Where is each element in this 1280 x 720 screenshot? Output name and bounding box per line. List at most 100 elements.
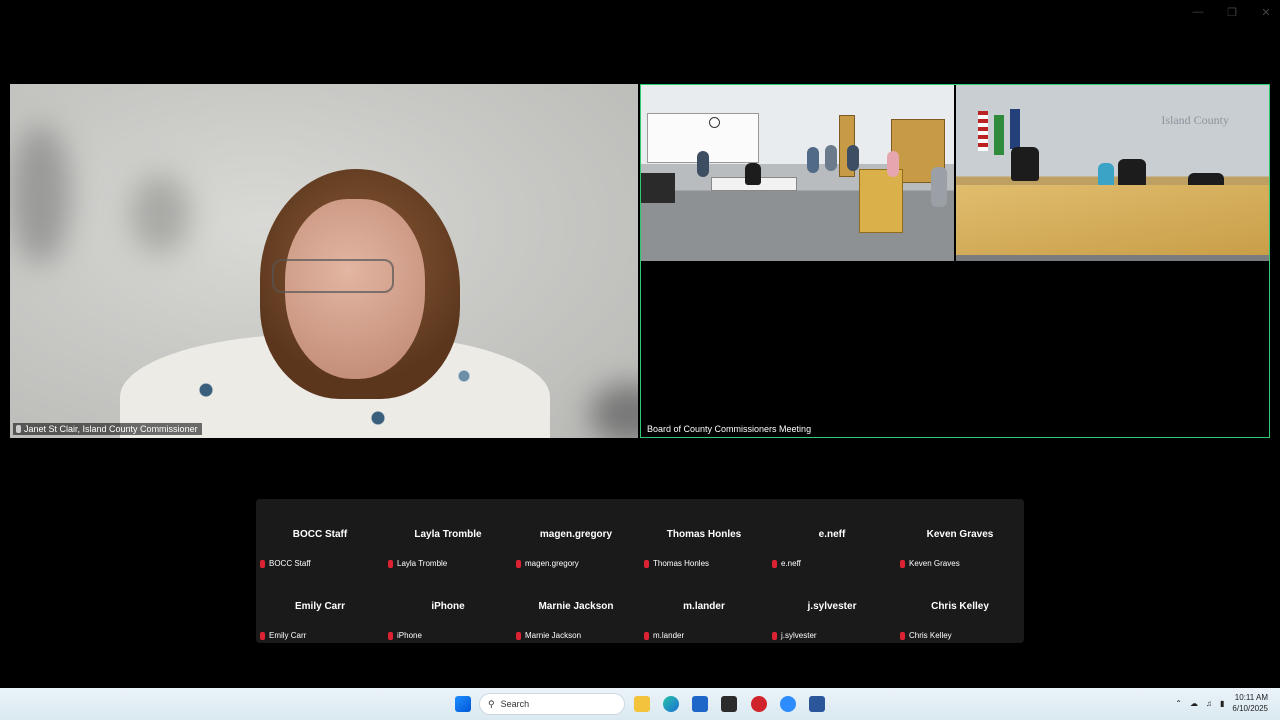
taskbar-search[interactable]: ⚲ Search (479, 693, 625, 715)
mic-muted-icon (900, 631, 905, 640)
participant-label-text: e.neff (781, 559, 801, 568)
participant-tile[interactable]: magen.gregory magen.gregory (512, 499, 640, 571)
participant-label: iPhone (388, 631, 422, 640)
participant-label-text: Emily Carr (269, 631, 307, 640)
participants-panel: BOCC Staff BOCC Staff Layla Tromble Layla T… (256, 499, 1024, 643)
volume-icon[interactable]: ♫ (1206, 699, 1212, 708)
speaker-name-label: Janet St Clair, Island County Commission… (13, 423, 202, 435)
participant-name: Layla Tromble (414, 529, 482, 540)
word-icon[interactable] (809, 696, 825, 712)
window-controls: — ❐ ✕ (1192, 6, 1272, 19)
store-icon[interactable] (692, 696, 708, 712)
participant-label: j.sylvester (772, 631, 817, 640)
podium (859, 169, 903, 233)
participant-name: iPhone (431, 601, 465, 612)
participant-label: Keven Graves (900, 559, 960, 568)
taskbar: ⚲ Search ⌃ ☁ ♫ ▮ 10:11 AM 6/10/2025 (0, 688, 1280, 720)
close-icon[interactable]: ✕ (1260, 6, 1272, 19)
system-tray: ⌃ ☁ ♫ ▮ 10:11 AM 6/10/2025 (1175, 692, 1268, 714)
battery-icon[interactable]: ▮ (1220, 699, 1224, 708)
mic-muted-icon (516, 559, 521, 568)
chevron-up-icon[interactable]: ⌃ (1175, 699, 1182, 708)
participant-label-text: Chris Kelley (909, 631, 952, 640)
mic-icon (16, 425, 21, 433)
mic-muted-icon (644, 559, 649, 568)
participant-label: magen.gregory (516, 559, 579, 568)
participant-tile[interactable]: Thomas Honles Thomas Honles (640, 499, 768, 571)
clock[interactable]: 10:11 AM 6/10/2025 (1232, 692, 1268, 714)
participant-label: m.lander (644, 631, 684, 640)
participant-label: Layla Tromble (388, 559, 447, 568)
participant-label: BOCC Staff (260, 559, 311, 568)
windows-start-icon[interactable] (455, 696, 471, 712)
participant-name: Thomas Honles (666, 529, 742, 540)
participant-label: Marnie Jackson (516, 631, 581, 640)
minimize-icon[interactable]: — (1192, 6, 1204, 19)
participant-tile[interactable]: Keven Graves Keven Graves (896, 499, 1024, 571)
island-county-logo: Island County (1161, 113, 1229, 127)
media-app-icon[interactable] (721, 696, 737, 712)
room-label: Board of County Commissioners Meeting (644, 423, 815, 435)
state-flag (994, 115, 1004, 155)
search-icon: ⚲ (488, 698, 495, 709)
dais (956, 185, 1269, 255)
participant-name: Chris Kelley (931, 601, 989, 612)
speaker-name: Janet St Clair, Island County Commission… (24, 424, 198, 434)
speaker-video-tile[interactable]: Janet St Clair, Island County Commission… (10, 84, 638, 438)
participant-name: BOCC Staff (292, 529, 348, 540)
participant-tile[interactable]: iPhone iPhone (384, 571, 512, 643)
participant-name: magen.gregory (539, 529, 613, 540)
file-explorer-icon[interactable] (634, 696, 650, 712)
participant-tile[interactable]: e.neff e.neff (768, 499, 896, 571)
restore-icon[interactable]: ❐ (1226, 6, 1238, 19)
room-camera-right: Island County (956, 85, 1269, 261)
edge-icon[interactable] (663, 696, 679, 712)
participant-tile[interactable]: Layla Tromble Layla Tromble (384, 499, 512, 571)
participant-tile[interactable]: m.lander m.lander (640, 571, 768, 643)
participant-label-text: Marnie Jackson (525, 631, 582, 640)
mic-muted-icon (644, 631, 649, 640)
participant-tile[interactable]: Chris Kelley Chris Kelley (896, 571, 1024, 643)
meeting-room-tile[interactable]: Island County Board of County Commission… (640, 84, 1270, 438)
participant-name: j.sylvester (807, 601, 857, 612)
participant-label-text: m.lander (653, 631, 685, 640)
participant-label: Emily Carr (260, 631, 306, 640)
participant-name: e.neff (818, 529, 846, 540)
participant-label-text: iPhone (397, 631, 422, 640)
participant-label-text: j.sylvester (781, 631, 817, 640)
mic-muted-icon (388, 559, 393, 568)
glasses (272, 259, 394, 293)
mic-muted-icon (900, 559, 905, 568)
mic-muted-icon (388, 631, 393, 640)
participant-name: Keven Graves (926, 529, 994, 540)
participant-name: Marnie Jackson (538, 601, 614, 612)
participant-label: Thomas Honles (644, 559, 709, 568)
participant-tile[interactable]: Emily Carr Emily Carr (256, 571, 384, 643)
participant-tile[interactable]: Marnie Jackson Marnie Jackson (512, 571, 640, 643)
record-app-icon[interactable] (751, 696, 767, 712)
mic-muted-icon (772, 631, 777, 640)
mic-muted-icon (260, 631, 265, 640)
participant-label-text: BOCC Staff (269, 559, 311, 568)
clock-date: 6/10/2025 (1232, 704, 1268, 713)
participant-label-text: Keven Graves (909, 559, 960, 568)
room-camera-left (641, 85, 954, 261)
clock-time: 10:11 AM (1234, 693, 1268, 702)
participant-label-text: magen.gregory (525, 559, 579, 568)
participant-label: Chris Kelley (900, 631, 952, 640)
mic-muted-icon (772, 559, 777, 568)
search-placeholder: Search (500, 699, 530, 709)
participant-label-text: Thomas Honles (653, 559, 710, 568)
participant-name: m.lander (683, 601, 725, 612)
zoom-icon[interactable] (780, 696, 796, 712)
participant-name: Emily Carr (294, 601, 346, 612)
participant-tile[interactable]: BOCC Staff BOCC Staff (256, 499, 384, 571)
mic-muted-icon (260, 559, 265, 568)
participant-label: e.neff (772, 559, 801, 568)
participant-tile[interactable]: j.sylvester j.sylvester (768, 571, 896, 643)
background-blur (10, 124, 70, 264)
participant-label-text: Layla Tromble (397, 559, 448, 568)
network-icon[interactable]: ☁ (1190, 699, 1198, 708)
us-flag (978, 111, 988, 151)
clock-icon (709, 117, 720, 128)
